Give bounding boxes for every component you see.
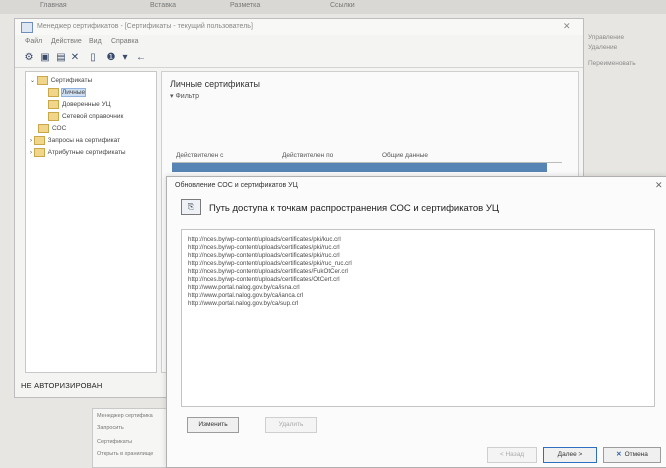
cancel-label: Отмена [624,451,648,458]
bg-tab: Разметка [230,2,261,9]
list-item[interactable]: http://nces.by/wp-content/uploads/certif… [188,252,340,259]
save-icon[interactable]: ▣ [39,52,51,64]
dialog-title: Обновление СОС и сертификатов УЦ [175,182,298,189]
filter-toggle[interactable]: ▾ Фильтр [170,92,199,100]
small-window-line: Запросить [97,425,124,431]
settings-icon[interactable]: ⚙ [23,52,35,64]
import-icon[interactable]: ▤ [55,52,67,64]
folder-icon [48,100,59,109]
tree-item-requests[interactable]: › Запросы на сертификат [30,136,120,146]
list-item[interactable]: http://www.portal.nalog.gov.by/ca/sup.cr… [188,300,298,307]
close-icon[interactable]: ✕ [655,180,663,191]
column-valid-from[interactable]: Действителен с [176,152,223,159]
background-taskbar: Главная Вставка Разметка Ссылки [0,0,666,14]
close-icon[interactable]: ✕ [563,21,571,32]
document-icon[interactable]: ▯ [87,52,99,64]
side-item: Удаление [588,44,618,51]
list-item[interactable]: http://nces.by/wp-content/uploads/certif… [188,236,341,243]
folder-icon [48,112,59,121]
table-row-selected[interactable] [172,163,547,172]
app-icon [21,22,33,33]
list-item[interactable]: http://nces.by/wp-content/uploads/certif… [188,276,340,283]
chevron-down-icon[interactable]: ▾ [119,52,131,64]
change-button[interactable]: Изменить [187,417,239,433]
back-button[interactable]: < Назад [487,447,537,463]
certificate-icon: ⎘ [181,199,201,215]
next-button[interactable]: Далее > [543,447,597,463]
url-list[interactable]: http://nces.by/wp-content/uploads/certif… [181,229,655,407]
list-item[interactable]: http://www.portal.nalog.gov.by/ca/isna.c… [188,284,300,291]
menu-action[interactable]: Действие [51,38,82,45]
list-item[interactable]: http://nces.by/wp-content/uploads/certif… [188,268,348,275]
delete-button[interactable]: Удалить [265,417,317,433]
folder-icon [33,136,45,145]
tree-item-crl[interactable]: СОС [38,124,66,134]
list-item[interactable]: http://nces.by/wp-content/uploads/certif… [188,244,340,251]
column-valid-to[interactable]: Действителен по [282,152,333,159]
tree-item-trusted-ca[interactable]: Доверенные УЦ [48,100,111,110]
bg-tab: Главная [40,2,67,9]
menu-view[interactable]: Вид [89,38,102,45]
folder-icon [33,148,45,157]
folder-icon [48,88,59,97]
cancel-button[interactable]: ✕ Отмена [603,447,661,463]
delete-icon[interactable]: ✕ [69,52,81,64]
tree-item-personal[interactable]: Личные [48,88,87,98]
bg-tab: Вставка [150,2,177,9]
pane-title: Личные сертификаты [170,79,260,89]
table-header: Действителен с Действителен по Общие дан… [172,150,562,163]
small-window-line: Менеджер сертифика [97,413,153,419]
info-icon[interactable]: ❶ [105,52,117,64]
window-title-bar: Менеджер сертификатов - [Сертификаты - т… [15,19,583,35]
dialog-heading: Путь доступа к точкам распространения СО… [209,203,499,214]
window-title: Менеджер сертификатов - [Сертификаты - т… [37,23,253,30]
navigation-tree: ⌄ Сертификаты Личные Доверенные УЦ Сетев… [25,71,157,373]
bg-tab: Ссылки [330,2,355,9]
crl-update-dialog: Обновление СОС и сертификатов УЦ ✕ ⎘ Пут… [166,176,666,468]
menu-file[interactable]: Файл [25,38,42,45]
background-side-panel: Управление Удаление Переименовать [586,28,666,88]
auth-status: НЕ АВТОРИЗИРОВАН [21,381,103,390]
small-window-line: Открыть в хранилище [97,451,154,457]
folder-icon [36,76,48,85]
close-icon: ✕ [616,451,622,458]
list-item[interactable]: http://www.portal.nalog.gov.by/ca/ianca.… [188,292,303,299]
list-item[interactable]: http://nces.by/wp-content/uploads/certif… [188,260,352,267]
column-general-data[interactable]: Общие данные [382,152,428,159]
back-arrow-icon[interactable]: ← [135,52,147,64]
tree-item-network-directory[interactable]: Сетевой справочник [48,112,123,122]
tree-item-certificates[interactable]: ⌄ Сертификаты [30,76,92,86]
folder-icon [38,124,49,133]
side-item: Управление [588,34,625,41]
tree-item-attribute-certs[interactable]: › Атрибутные сертификаты [30,148,126,158]
menu-help[interactable]: Справка [111,38,138,45]
small-window-line: Сертификаты [97,439,133,445]
side-item: Переименовать [588,60,636,67]
menu-bar: Файл Действие Вид Справка [15,36,583,48]
toolbar: ⚙ ▣ ▤ ✕ ▯ ❶ ▾ ← [15,49,583,68]
